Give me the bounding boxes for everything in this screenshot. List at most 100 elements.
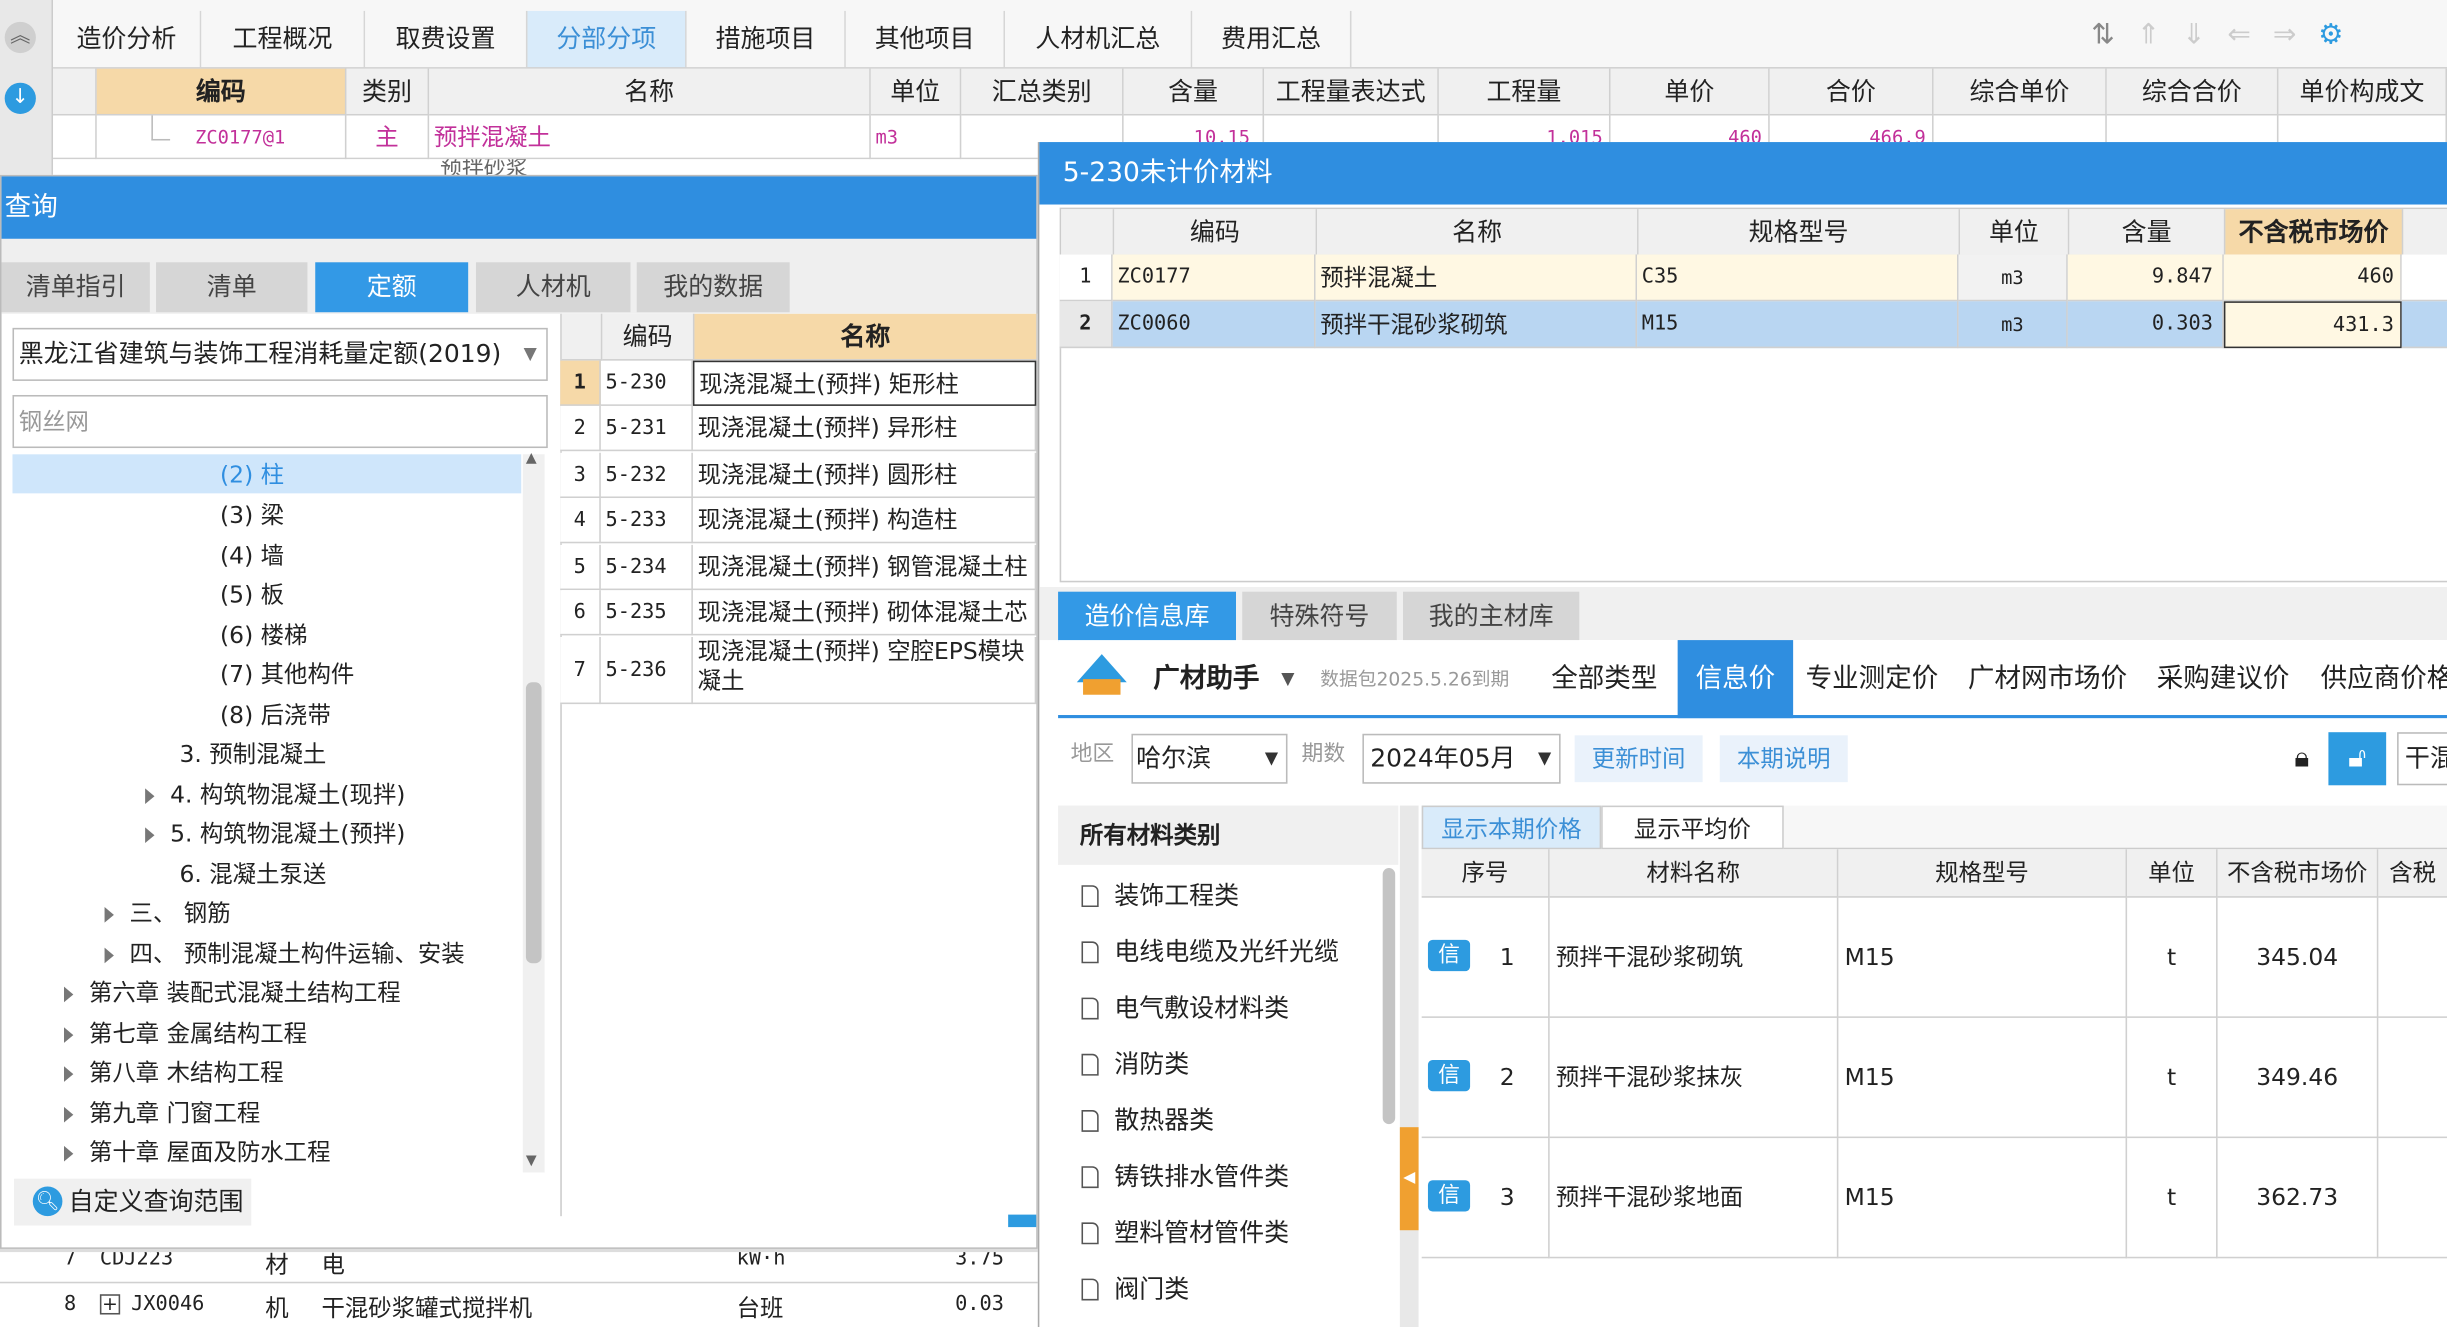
tree-item-ch6[interactable]: 第六章 装配式混凝土结构工程: [63, 974, 401, 1011]
dry-mix-button[interactable]: 干混: [2397, 732, 2447, 786]
header-unit[interactable]: 单位: [870, 68, 962, 116]
header-comp-total[interactable]: 综合合价: [2106, 68, 2279, 116]
category-item[interactable]: 消防类: [1081, 1046, 1189, 1083]
mat-header-content[interactable]: 含量: [2069, 209, 2226, 257]
expand-icon[interactable]: [63, 1026, 74, 1043]
category-scroll-thumb[interactable]: [1382, 868, 1396, 1125]
scroll-down-icon[interactable]: ▼: [526, 1154, 537, 1170]
price-value[interactable]: 349.46: [2217, 1017, 2379, 1139]
quota-name[interactable]: 现浇混凝土(预拌) 圆形柱: [692, 452, 1037, 499]
header-comp-unit-price[interactable]: 综合单价: [1933, 68, 2107, 116]
category-item[interactable]: 铸铁排水管件类: [1081, 1158, 1289, 1195]
price-header-no[interactable]: 序号: [1421, 849, 1550, 898]
mat-header-unit[interactable]: 单位: [1960, 209, 2070, 257]
assistant-name[interactable]: 广材助手: [1153, 640, 1259, 718]
table-row[interactable]: 信 2 预拌干混砂浆抹灰 M15 t 349.46: [1421, 1017, 2447, 1139]
expand-icon[interactable]: [63, 1065, 74, 1082]
table-row[interactable]: 7 CDJ223 材 电 kW·h 3.75: [0, 1252, 1038, 1284]
table-row[interactable]: 信 1 预拌干混砂浆砌筑 M15 t 345.04: [1421, 897, 2447, 1018]
type-supplier[interactable]: 供应商价格: [2321, 640, 2447, 718]
sort-icon[interactable]: ⇅: [2091, 19, 2136, 52]
tree-item-beam[interactable]: (3) 梁: [220, 496, 284, 533]
expand-icon[interactable]: [104, 946, 114, 963]
category-item[interactable]: 散热器类: [1081, 1102, 1214, 1139]
material-content[interactable]: 0.303: [2067, 301, 2224, 349]
tree-item-precast[interactable]: 3. 预制混凝土: [179, 735, 326, 772]
mat-header-price[interactable]: 不含税市场价: [2225, 209, 2404, 257]
custom-range-button[interactable]: 🔍︎ 自定义查询范围: [14, 1178, 252, 1226]
tree-item-ch10[interactable]: 第十章 屋面及防水工程: [63, 1133, 331, 1170]
quota-name[interactable]: 现浇混凝土(预拌) 矩形柱: [692, 360, 1037, 406]
header-unit-price[interactable]: 单价: [1610, 68, 1770, 116]
category-item[interactable]: 电线电缆及光纤光缆: [1081, 934, 1339, 971]
tree-item-rebar[interactable]: 三、 钢筋: [104, 895, 231, 932]
quota-name[interactable]: 现浇混凝土(预拌) 钢管混凝土柱: [692, 544, 1037, 591]
list-header-name[interactable]: 名称: [694, 313, 1038, 361]
tree-item-column[interactable]: (2) 柱: [220, 456, 284, 493]
material-spec[interactable]: C35: [1637, 254, 1959, 302]
tree-item-ch8[interactable]: 第八章 木结构工程: [63, 1054, 284, 1091]
tab-fee-setting[interactable]: 取费设置: [365, 10, 528, 68]
tab-cost-analysis[interactable]: 造价分析: [53, 10, 202, 68]
table-row[interactable]: 5 5-234 现浇混凝土(预拌) 钢管混凝土柱: [560, 544, 1037, 591]
search-input[interactable]: 钢丝网: [12, 394, 548, 449]
price-value[interactable]: 362.73: [2217, 1138, 2379, 1259]
splitter[interactable]: ◀: [1399, 805, 1419, 1327]
quota-code[interactable]: 5-233: [600, 498, 693, 544]
category-item[interactable]: 装饰工程类: [1081, 877, 1239, 914]
collapse-left-icon[interactable]: ◀: [1399, 1127, 1419, 1231]
move-left-icon[interactable]: ⇐: [2227, 19, 2272, 52]
price-header-spec[interactable]: 规格型号: [1838, 849, 2128, 898]
material-code[interactable]: ZC0177: [1112, 254, 1316, 302]
scroll-thumb[interactable]: [525, 682, 542, 964]
tree-scrollbar[interactable]: ▲ ▼: [522, 451, 545, 1173]
settings-icon[interactable]: ⚙: [2318, 19, 2365, 52]
tree-item-ch9[interactable]: 第九章 门窗工程: [63, 1094, 260, 1131]
quota-code[interactable]: 5-236: [600, 636, 693, 705]
material-content[interactable]: 9.847: [2067, 254, 2224, 302]
assistant-dropdown-icon[interactable]: ▼: [1281, 640, 1294, 718]
collapse-up-icon[interactable]: ︽: [4, 21, 36, 54]
table-row[interactable]: 2 5-231 现浇混凝土(预拌) 异形柱: [560, 405, 1037, 452]
tab-labor-material-summary[interactable]: 人材机汇总: [1005, 10, 1193, 68]
tree-item-structure-site[interactable]: 4. 构筑物混凝土(现拌): [145, 776, 405, 813]
quota-name[interactable]: 现浇混凝土(预拌) 空腔EPS模块 凝土: [692, 636, 1037, 705]
period-select[interactable]: 2024年05月 ▼: [1362, 733, 1561, 784]
tab-division-items[interactable]: 分部分项: [527, 10, 687, 68]
expand-icon[interactable]: [145, 826, 155, 843]
material-name[interactable]: 预拌混凝土: [1315, 254, 1638, 302]
table-row[interactable]: 2 ZC0060 预拌干混砂浆砌筑 M15 m3 0.303 431.3: [1059, 301, 2447, 349]
expand-icon[interactable]: [63, 1106, 74, 1122]
header-name[interactable]: 名称: [429, 68, 871, 116]
type-market[interactable]: 广材网市场价: [1968, 640, 2127, 718]
quota-code[interactable]: 5-234: [600, 544, 693, 591]
quota-name[interactable]: 现浇混凝土(预拌) 异形柱: [692, 405, 1037, 452]
tab-my-data[interactable]: 我的数据: [636, 262, 790, 313]
scroll-up-icon[interactable]: ▲: [526, 451, 537, 467]
lock-icon[interactable]: 🔒︎: [2282, 735, 2323, 782]
material-price[interactable]: 431.3: [2223, 301, 2402, 349]
price-value[interactable]: 345.04: [2217, 897, 2379, 1018]
mat-header-spec[interactable]: 规格型号: [1638, 209, 1961, 257]
row-name[interactable]: 预拌混凝土: [429, 115, 871, 160]
header-total[interactable]: 合价: [1769, 68, 1934, 116]
tab-labor-material[interactable]: 人材机: [475, 262, 631, 313]
table-row[interactable]: 3 5-232 现浇混凝土(预拌) 圆形柱: [560, 452, 1037, 499]
expand-icon[interactable]: [63, 1145, 74, 1161]
tree-item-pumping[interactable]: 6. 混凝土泵送: [179, 856, 326, 893]
tree-item-stairs[interactable]: (6) 楼梯: [220, 617, 307, 654]
tree-item-post-pour[interactable]: (8) 后浇带: [220, 696, 331, 733]
material-dialog-title[interactable]: 5-230未计价材料: [1039, 142, 2447, 205]
type-all[interactable]: 全部类型: [1551, 640, 1657, 718]
move-top-icon[interactable]: ⇑: [2137, 19, 2182, 52]
table-row[interactable]: 8 + JX0046 机 干混砂浆罐式搅拌机 台班 0.03: [0, 1285, 1038, 1327]
quota-code[interactable]: 5-231: [600, 405, 693, 452]
update-time-button[interactable]: 更新时间: [1574, 735, 1703, 783]
tree-item-precast-transport[interactable]: 四、 预制混凝土构件运输、安装: [104, 935, 465, 972]
category-item[interactable]: 阀门类: [1081, 1271, 1189, 1308]
table-row[interactable]: 1 ZC0177 预拌混凝土 C35 m3 9.847 460: [1059, 254, 2447, 302]
header-qty-expression[interactable]: 工程量表达式: [1264, 68, 1439, 116]
price-header-name[interactable]: 材料名称: [1549, 849, 1839, 898]
header-type[interactable]: 类别: [346, 68, 430, 116]
tab-quota[interactable]: 定额: [315, 262, 469, 313]
